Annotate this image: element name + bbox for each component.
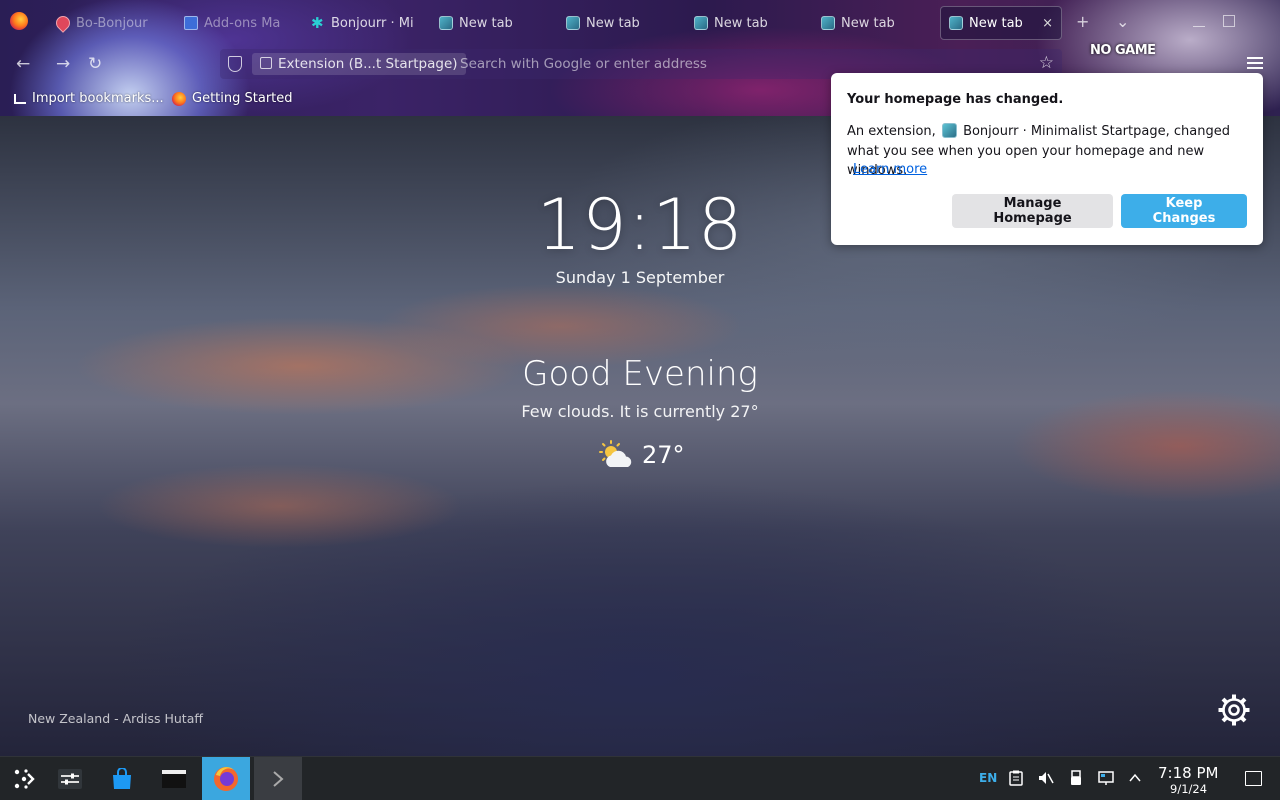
greeting: Good Evening — [522, 354, 758, 394]
launcher-icon — [14, 769, 35, 789]
firefox-icon — [172, 91, 186, 106]
settings-gear-icon[interactable] — [1216, 692, 1252, 728]
tab-new-2[interactable]: New tab — [558, 6, 682, 40]
url-input[interactable] — [460, 53, 1020, 75]
bookmark-getting-started[interactable]: Getting Started — [172, 91, 293, 106]
firefox-icon[interactable] — [10, 12, 28, 30]
forward-icon[interactable]: → — [56, 54, 70, 74]
manage-homepage-button[interactable]: Manage Homepage — [952, 194, 1113, 228]
puzzle-icon — [184, 16, 198, 30]
terminal-chevron-icon — [273, 771, 284, 787]
tab-label: Bo-Bonjour — [76, 15, 148, 31]
taskbar-clock-time[interactable]: 7:18 PM — [1158, 764, 1218, 782]
photo-credit[interactable]: New Zealand - Ardiss Hutaff — [28, 711, 203, 726]
tab-new-1[interactable]: New tab — [431, 6, 555, 40]
tab-label: New tab — [714, 15, 768, 31]
popup-title: Your homepage has changed. — [847, 92, 1064, 107]
bookmark-label: Getting Started — [192, 91, 293, 106]
tab-new-3[interactable]: New tab — [686, 6, 810, 40]
bonjourr-star-icon: ✱ — [311, 14, 324, 32]
network-icon[interactable] — [1098, 770, 1114, 786]
menu-icon[interactable] — [1247, 57, 1263, 69]
tab-label: Bonjourr · Mi — [331, 15, 414, 31]
maximize-icon[interactable] — [1223, 15, 1235, 27]
taskbar-file-manager[interactable] — [150, 757, 198, 800]
tab-new-active[interactable]: New tab × — [940, 6, 1062, 40]
firefox-icon — [214, 767, 238, 791]
taskbar-clock-date[interactable]: 9/1/24 — [1170, 782, 1207, 796]
url-identity-box[interactable]: Extension (B...t Startpage) — [252, 53, 466, 75]
usb-device-icon[interactable] — [1068, 770, 1084, 786]
tray-expand-icon[interactable] — [1127, 770, 1143, 786]
tab-label: New tab — [586, 15, 640, 31]
import-icon — [14, 93, 26, 104]
close-tab-icon[interactable]: × — [1042, 16, 1053, 31]
popup-body-prefix: An extension, — [847, 124, 936, 139]
bonjourr-favicon-icon — [566, 16, 580, 30]
taskbar: EN 7:18 PM 9/1/24 — [0, 756, 1280, 800]
tab-bar: Bo-Bonjour Add-ons Ma ✱ Bonjourr · Mi Ne… — [0, 4, 1280, 40]
learn-more-link[interactable]: Learn more — [853, 162, 927, 177]
store-bag-icon — [113, 768, 131, 789]
taskbar-system-settings[interactable] — [46, 757, 94, 800]
tab-bonjourr-2[interactable]: ✱ Bonjourr · Mi — [303, 6, 427, 40]
tab-label: New tab — [841, 15, 895, 31]
bonjourr-favicon-icon — [439, 16, 453, 30]
list-all-tabs-button[interactable]: ⌄ — [1116, 12, 1129, 31]
tab-bonjourr-1[interactable]: Bo-Bonjour — [48, 6, 172, 40]
popup-extension-name: Bonjourr · Minimalist Startpage — [963, 124, 1166, 139]
folder-icon — [162, 770, 186, 788]
bonjourr-favicon-icon — [694, 16, 708, 30]
new-tab-button[interactable]: + — [1076, 12, 1089, 31]
application-launcher[interactable] — [0, 757, 48, 800]
bookmark-star-icon[interactable]: ☆ — [1039, 53, 1054, 73]
tab-label: New tab — [459, 15, 513, 31]
bonjourr-favicon-icon — [949, 16, 963, 30]
keyboard-layout[interactable]: EN — [979, 771, 997, 785]
settings-sliders-icon — [58, 769, 82, 789]
volume-muted-icon[interactable] — [1038, 770, 1054, 786]
homepage-changed-popup: Your homepage has changed. An extension,… — [831, 73, 1263, 245]
bookmark-import[interactable]: Import bookmarks... — [14, 91, 164, 106]
tab-addons-manager[interactable]: Add-ons Ma — [176, 6, 300, 40]
tab-new-4[interactable]: New tab — [813, 6, 937, 40]
tab-label: Add-ons Ma — [204, 15, 281, 31]
date: Sunday 1 September — [555, 268, 725, 287]
url-identity-label: Extension (B...t Startpage) — [278, 56, 458, 72]
bookmark-label: Import bookmarks... — [32, 91, 164, 106]
tracking-protection-icon[interactable] — [228, 56, 242, 72]
taskbar-discover[interactable] — [98, 757, 146, 800]
current-weather: 27° — [598, 438, 685, 472]
reload-icon[interactable]: ↻ — [88, 54, 102, 74]
tab-label: New tab — [969, 15, 1023, 31]
bonjourr-favicon-icon — [941, 123, 957, 138]
pin-icon — [53, 13, 73, 33]
temperature: 27° — [642, 441, 685, 469]
weather-description: Few clouds. It is currently 27° — [521, 402, 759, 421]
taskbar-firefox[interactable] — [202, 757, 250, 800]
extension-icon — [260, 57, 272, 69]
keep-changes-button[interactable]: Keep Changes — [1121, 194, 1247, 228]
taskbar-terminal[interactable] — [254, 757, 302, 800]
minimize-icon[interactable] — [1193, 15, 1205, 27]
back-icon[interactable]: ← — [16, 54, 30, 74]
partly-cloudy-icon — [599, 440, 632, 467]
clipboard-icon[interactable] — [1008, 770, 1024, 786]
bonjourr-favicon-icon — [821, 16, 835, 30]
show-desktop-icon[interactable] — [1245, 771, 1262, 786]
